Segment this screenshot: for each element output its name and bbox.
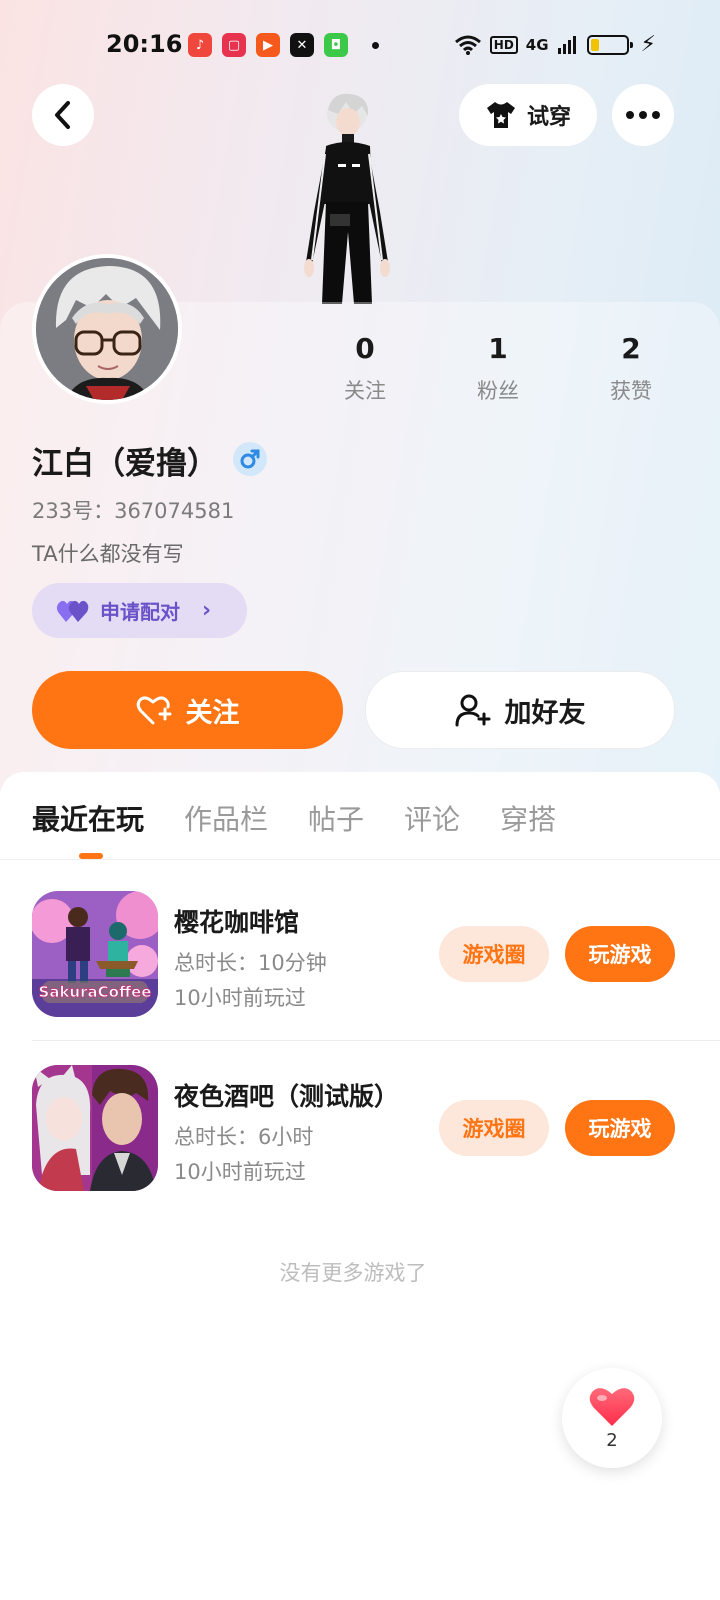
avatar-3d-figure[interactable]	[292, 92, 402, 304]
male-symbol-icon	[240, 449, 260, 469]
signal-icon	[557, 35, 576, 54]
hd-icon: HD	[489, 35, 518, 54]
request-pair-label: 申请配对	[100, 600, 180, 624]
tab-comments[interactable]: 评论	[404, 798, 460, 838]
follow-label: 关注	[185, 697, 240, 729]
music-app-icon: ♪	[188, 33, 212, 57]
profile-name: 江白（爱撸）	[32, 446, 218, 482]
try-on-button[interactable]: 试穿	[459, 84, 597, 146]
network-label: 4G	[525, 35, 549, 54]
play-game-button[interactable]: 玩游戏	[565, 1100, 675, 1156]
tabs-divider	[0, 859, 720, 860]
stat-fans-value: 1	[488, 332, 508, 365]
video-app-icon: ▢	[222, 33, 246, 57]
gender-male-icon	[233, 442, 267, 476]
tshirt-icon	[486, 102, 515, 128]
tab-recently-played[interactable]: 最近在玩	[32, 798, 144, 838]
night-bar-cover-image	[32, 1065, 158, 1191]
row-divider	[32, 1040, 720, 1041]
store-app-icon: ◘	[324, 33, 348, 57]
more-button[interactable]	[612, 84, 674, 146]
play-app-icon: ▶	[256, 33, 280, 57]
avatar[interactable]	[32, 254, 182, 404]
stat-likes-value: 2	[621, 332, 641, 365]
tab-bar: 最近在玩 作品栏 帖子 评论 穿搭	[32, 798, 556, 838]
game-last-played: 10小时前玩过	[174, 986, 306, 1010]
battery-icon	[586, 34, 633, 55]
sakura-coffee-logo-text: SakuraCoffee	[39, 983, 152, 1001]
avatar-portrait-image	[36, 258, 178, 400]
tab-posts[interactable]: 帖子	[308, 798, 364, 838]
follow-button[interactable]: 关注	[32, 671, 343, 749]
game-item[interactable]: SakuraCoffee 樱花咖啡馆 总时长：10分钟 10小时前玩过 游戏圈 …	[0, 891, 720, 1021]
add-friend-button[interactable]: 加好友	[365, 671, 675, 749]
wifi-icon	[454, 35, 481, 55]
like-count: 2	[606, 1429, 618, 1451]
game-circle-button[interactable]: 游戏圈	[439, 1100, 549, 1156]
stat-fans-label: 粉丝	[477, 379, 519, 403]
game-title[interactable]: 樱花咖啡馆	[174, 903, 299, 939]
tab-works[interactable]: 作品栏	[184, 798, 268, 838]
play-game-button[interactable]: 玩游戏	[565, 926, 675, 982]
notification-dot-icon	[372, 41, 379, 49]
game-duration: 总时长：10分钟	[174, 951, 327, 975]
game-item[interactable]: 夜色酒吧（测试版） 总时长：6小时 10小时前玩过 游戏圈 玩游戏	[0, 1065, 720, 1195]
stat-likes-label: 获赞	[610, 379, 652, 403]
status-bar: 20:16 ♪ ▢ ▶ ✕ ◘ HD 4G ⚡	[0, 0, 720, 92]
game-icon-night-bar[interactable]	[32, 1065, 158, 1191]
stat-following-value: 0	[355, 332, 375, 365]
status-indicators: HD 4G ⚡	[454, 32, 656, 57]
stat-following-label: 关注	[344, 379, 386, 403]
add-user-icon	[455, 694, 490, 727]
try-on-label: 试穿	[526, 105, 571, 130]
user-id: 233号：367074581	[32, 499, 235, 523]
game-circle-button[interactable]: 游戏圈	[439, 926, 549, 982]
chevron-left-icon	[55, 101, 70, 129]
tab-outfits[interactable]: 穿搭	[500, 798, 556, 838]
chevron-right-icon: ›	[202, 598, 212, 623]
stat-fans[interactable]: 1 粉丝	[448, 332, 548, 405]
stat-likes[interactable]: 2 获赞	[581, 332, 681, 405]
add-friend-label: 加好友	[504, 697, 586, 729]
capcut-app-icon: ✕	[290, 33, 314, 57]
game-icon-sakura-coffee[interactable]: SakuraCoffee	[32, 891, 158, 1017]
sakura-coffee-cover-image: SakuraCoffee	[32, 891, 158, 1017]
heart-icon	[589, 1387, 635, 1426]
request-pair-button[interactable]: 申请配对 ›	[32, 583, 247, 638]
status-app-icons: ♪ ▢ ▶ ✕ ◘	[188, 33, 379, 57]
charging-icon: ⚡	[640, 32, 656, 57]
user-bio: TA什么都没有写	[32, 542, 184, 566]
like-button[interactable]: 2	[562, 1368, 662, 1468]
status-time: 20:16	[106, 30, 183, 58]
game-last-played: 10小时前玩过	[174, 1160, 306, 1184]
double-heart-icon	[56, 600, 89, 622]
no-more-games-text: 没有更多游戏了	[279, 1261, 427, 1285]
heart-plus-icon	[136, 696, 171, 725]
stat-following[interactable]: 0 关注	[315, 332, 415, 405]
game-title[interactable]: 夜色酒吧（测试版）	[174, 1077, 399, 1113]
game-duration: 总时长：6小时	[174, 1125, 314, 1149]
back-button[interactable]	[32, 84, 94, 146]
more-dots-icon	[626, 111, 660, 119]
